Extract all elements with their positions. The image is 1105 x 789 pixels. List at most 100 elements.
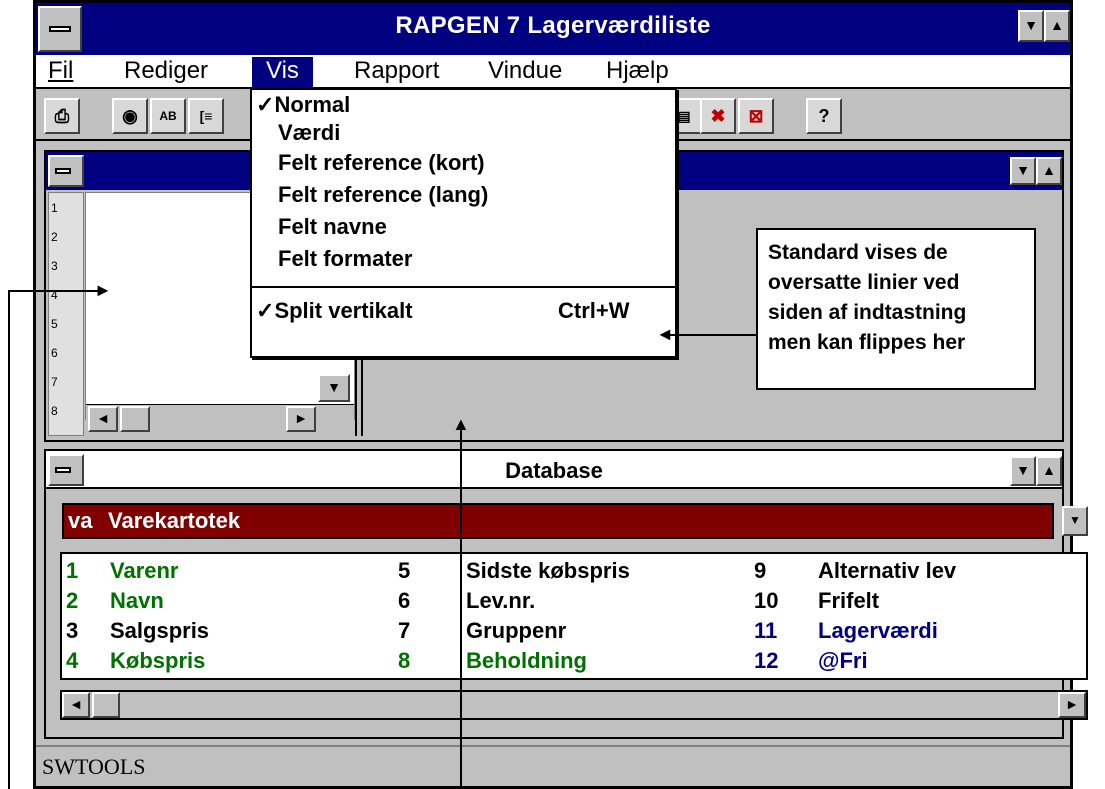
field-name[interactable]: Navn <box>110 588 164 614</box>
ruler-number: 5 <box>51 317 58 331</box>
field-name[interactable]: Beholdning <box>466 648 587 674</box>
menu-vindue[interactable]: Vindue <box>480 57 570 85</box>
field-number: 6 <box>398 588 411 613</box>
record-icon[interactable]: ◉ <box>112 98 148 134</box>
help-icon[interactable]: ? <box>806 98 842 134</box>
menu-separator <box>252 286 675 288</box>
field-number: 8 <box>398 648 411 673</box>
database-code: va <box>68 508 93 533</box>
menu-item-label: Felt reference (kort) <box>278 150 485 175</box>
editor-maximize-icon[interactable]: ▲ <box>1036 157 1062 185</box>
close-box-icon[interactable]: ⊠ <box>738 98 774 134</box>
menu-item-label: Værdi <box>278 120 341 145</box>
database-hscroll[interactable] <box>60 690 1088 720</box>
arrow-left-icon[interactable]: ◄ <box>88 406 118 432</box>
status-text: SWTOOLS <box>42 754 146 779</box>
menu-rapport[interactable]: Rapport <box>346 57 447 85</box>
menu-item-label: Split vertikalt <box>274 298 413 323</box>
center-annotation-arrowhead: ▲ <box>452 414 470 434</box>
field-number: 7 <box>398 618 411 643</box>
field-number: 5 <box>398 558 411 583</box>
menu-hjaelp[interactable]: Hjælp <box>598 57 677 85</box>
database-select[interactable]: va Varekartotek <box>62 503 1054 539</box>
menu-item-vaerdi[interactable]: Værdi <box>278 120 340 146</box>
field-list: 1 Varenr 2 Navn 3 Salgspris 4 Købspris 5 Sidste k… <box>60 552 1088 680</box>
callout-line: Standard vises de <box>768 241 948 264</box>
field-name[interactable]: Alternativ lev <box>818 558 956 584</box>
database-maximize-icon[interactable]: ▲ <box>1036 456 1062 486</box>
arrow-right-icon[interactable]: ► <box>286 406 316 432</box>
printer-icon[interactable]: ⎙ <box>44 98 80 134</box>
menu-item-normal[interactable]: ✓Normal <box>256 92 350 118</box>
ab-icon[interactable]: AB <box>150 98 186 134</box>
menu-vis[interactable]: Vis <box>252 57 313 89</box>
dropdown-arrow-icon[interactable]: ▼ <box>1062 506 1088 536</box>
database-name: Varekartotek <box>108 508 241 533</box>
field-name[interactable]: Gruppenr <box>466 618 566 644</box>
arrow-down-icon[interactable]: ▼ <box>318 374 350 402</box>
field-number: 2 <box>66 588 79 613</box>
scroll-thumb[interactable] <box>92 692 120 718</box>
scroll-thumb[interactable] <box>120 406 150 432</box>
menu-rediger[interactable]: Rediger <box>116 57 216 85</box>
menu-label: Rediger <box>124 57 209 84</box>
menu-label: Fil <box>48 57 74 84</box>
field-number: 9 <box>754 558 767 583</box>
editor-minimize-icon[interactable]: ▼ <box>1010 157 1036 185</box>
field-name[interactable]: Købspris <box>110 648 205 674</box>
menu-item-label: Felt formater <box>278 246 413 271</box>
ruler-number: 6 <box>51 346 58 360</box>
field-name[interactable]: Frifelt <box>818 588 879 614</box>
menu-item-label: Felt reference (lang) <box>278 182 489 207</box>
vis-dropdown-menu: ✓Normal Værdi Felt reference (kort) Felt… <box>250 88 677 358</box>
field-number: 3 <box>66 618 79 643</box>
arrow-left-icon[interactable]: ◄ <box>62 692 90 718</box>
menu-item-label: Felt navne <box>278 214 387 239</box>
list-icon[interactable]: [≡ <box>188 98 224 134</box>
menu-item-split-vertikalt[interactable]: ✓Split vertikalt <box>256 298 413 324</box>
database-minimize-icon[interactable]: ▼ <box>1010 456 1036 486</box>
ruler-number: 8 <box>51 404 58 418</box>
left-annotation-line-h <box>8 290 104 292</box>
ruler-number: 3 <box>51 259 58 273</box>
editor-system-menu-icon[interactable] <box>48 155 84 187</box>
field-number: 12 <box>754 648 779 673</box>
ruler-number: 1 <box>51 201 58 215</box>
menu-label: Vis <box>266 57 299 84</box>
menu-item-label: Normal <box>274 92 351 117</box>
field-number: 1 <box>66 558 79 583</box>
status-bar <box>36 745 1070 786</box>
line-ruler: 1 2 3 4 5 6 7 8 <box>48 192 84 436</box>
field-number: 4 <box>66 648 79 673</box>
menu-item-shortcut: Ctrl+W <box>558 298 630 323</box>
database-title: Database <box>505 458 603 483</box>
field-name[interactable]: Lev.nr. <box>466 588 535 614</box>
minimize-icon[interactable]: ▼ <box>1018 10 1044 42</box>
field-number: 10 <box>754 588 779 613</box>
field-name[interactable]: Lagerværdi <box>818 618 938 644</box>
menu-item-felt-ref-kort[interactable]: Felt reference (kort) <box>278 150 485 176</box>
field-number: 11 <box>754 618 778 643</box>
arrow-right-icon[interactable]: ► <box>1058 692 1086 718</box>
callout-note: Standard vises de oversatte linier ved s… <box>756 228 1036 390</box>
menu-fil[interactable]: Fil <box>40 57 81 85</box>
field-name[interactable]: @Fri <box>818 648 868 674</box>
delete-icon[interactable]: ✖ <box>700 98 736 134</box>
left-annotation-line <box>8 290 10 789</box>
field-name[interactable]: Salgspris <box>110 618 209 644</box>
left-annotation-arrowhead: ► <box>94 280 112 300</box>
menu-item-felt-ref-lang[interactable]: Felt reference (lang) <box>278 182 488 208</box>
field-name[interactable]: Sidste købspris <box>466 558 630 584</box>
menu-label: Hjælp <box>606 57 669 84</box>
center-annotation-line <box>460 424 462 789</box>
menu-item-felt-formater[interactable]: Felt formater <box>278 246 412 272</box>
callout-line: men kan flippes her <box>768 331 966 354</box>
window-title: RAPGEN 7 Lagerværdiliste <box>395 12 711 39</box>
ruler-number: 7 <box>51 375 58 389</box>
callout-line: siden af indtastning <box>768 301 967 324</box>
menu-item-felt-navne[interactable]: Felt navne <box>278 214 387 240</box>
maximize-icon[interactable]: ▲ <box>1044 10 1070 42</box>
menu-label: Rapport <box>354 57 440 84</box>
callout-arrow-line <box>666 334 756 336</box>
field-name[interactable]: Varenr <box>110 558 179 584</box>
